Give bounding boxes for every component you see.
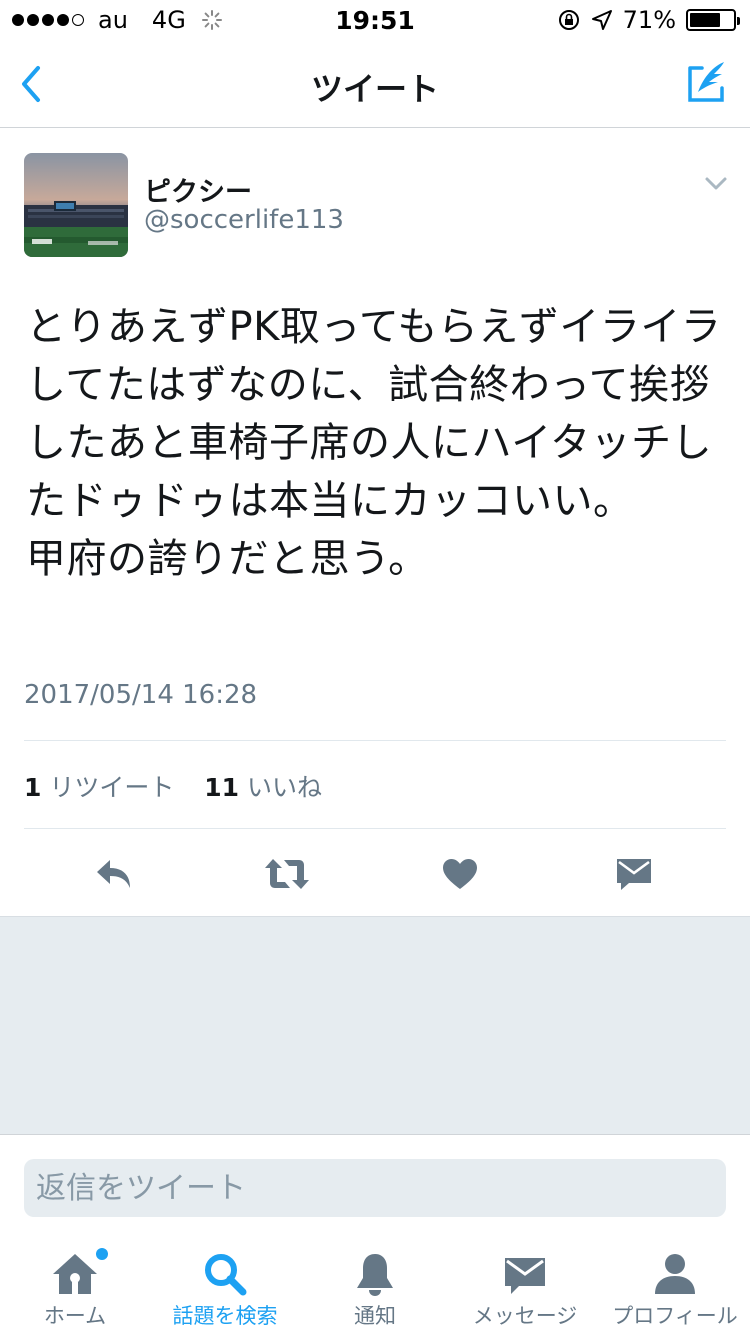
tweet-stats: 1 リツイート 11 いいね [24,768,322,804]
reply-button[interactable] [92,852,136,896]
orientation-lock-icon [558,10,579,30]
author-avatar[interactable] [24,153,128,257]
like-button[interactable] [438,852,482,896]
tab-profile[interactable]: プロフィール [600,1230,750,1334]
divider [24,828,726,829]
tab-label: 話題を検索 [172,1304,278,1328]
profile-icon [655,1254,695,1294]
divider [24,740,726,741]
retweet-icon [265,859,309,889]
tweet-actions [0,840,750,912]
envelope-icon [617,859,651,890]
notification-dot [96,1248,108,1260]
compose-tweet-icon[interactable] [684,58,730,106]
author-handle[interactable]: @soccerlife113 [144,205,344,235]
tab-label: ホーム [43,1304,107,1328]
like-count: 11 [204,773,240,802]
search-icon [205,1254,247,1296]
location-arrow-icon [591,10,612,30]
direct-message-button[interactable] [612,852,656,896]
home-icon [53,1254,97,1294]
tweet-text: とりあえずPK取ってもらえずイライラしてたはずなのに、試合終わって挨拶したあと車… [26,304,722,582]
tab-label: メッセージ [472,1304,578,1328]
tab-home[interactable]: ホーム [0,1230,150,1334]
empty-replies-area [0,916,750,1134]
retweet-count: 1 [24,773,42,802]
status-bar: au 4G 19:51 71% [0,0,750,40]
envelope-icon [505,1258,545,1294]
navigation-bar: ツイート [0,40,750,128]
chevron-down-icon[interactable] [704,176,728,192]
tab-label: プロフィール [612,1304,738,1328]
tab-label: 通知 [354,1304,396,1328]
reply-composer [0,1134,750,1230]
heart-icon [443,859,477,889]
like-stat[interactable]: 11 いいね [204,773,322,802]
status-bar-right: 71% [557,6,740,34]
reply-input[interactable] [24,1159,726,1217]
retweet-stat[interactable]: 1 リツイート [24,773,174,802]
author-name[interactable]: ピクシー [144,170,252,209]
retweet-button[interactable] [262,852,312,896]
page-title: ツイート [310,70,439,108]
battery-icon [686,9,740,31]
like-label: いいね [247,773,323,802]
tab-messages[interactable]: メッセージ [450,1230,600,1334]
battery-percent: 71% [622,6,676,34]
tab-search[interactable]: 話題を検索 [150,1230,300,1334]
bell-icon [357,1254,393,1296]
retweet-label: リツイート [49,773,175,802]
reply-icon [97,860,130,888]
tab-bar: ホーム 話題を検索 通知 メッセージ プロフィール [0,1230,750,1334]
tweet-timestamp: 2017/05/14 16:28 [24,680,258,710]
tab-notifications[interactable]: 通知 [300,1230,450,1334]
